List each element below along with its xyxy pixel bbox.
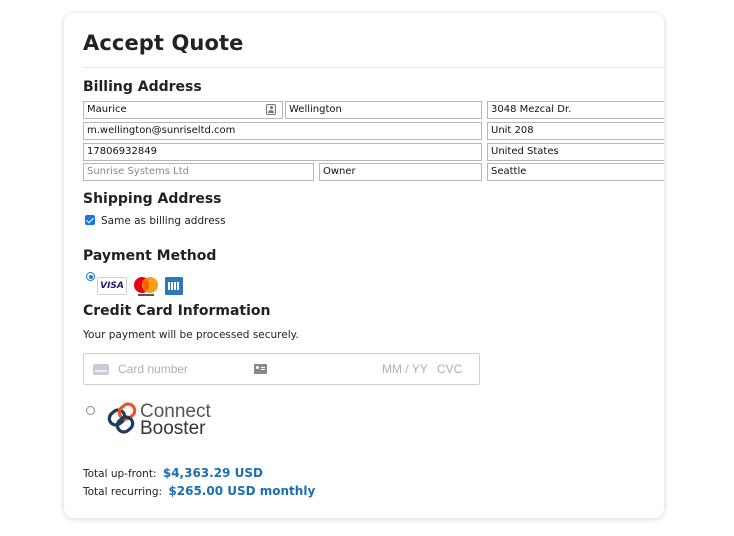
total-recurring: Total recurring: $265.00 USD monthly [83,484,315,498]
card-payment-radio[interactable] [86,272,95,281]
page-title: Accept Quote [83,31,244,55]
first-name-field[interactable]: Maurice [83,101,283,119]
total-upfront: Total up-front: $4,363.29 USD [83,466,263,480]
card-number-input[interactable]: Card number [118,362,188,376]
card-entry-field[interactable]: Card number MM / YY CVC [83,353,480,385]
amex-icon [165,277,183,295]
contact-card-icon[interactable] [266,104,276,115]
address-line1-field[interactable]: 3048 Mezcal Dr. [487,101,664,119]
company-field[interactable]: Sunrise Systems Ltd [83,163,314,181]
address-line2-field[interactable]: Unit 208 [487,122,664,140]
country-field[interactable]: United States [487,143,664,161]
total-recurring-amount: $265.00 USD monthly [168,484,316,498]
cvc-input[interactable]: CVC [437,362,462,376]
city-field[interactable]: Seattle [487,163,664,181]
first-name-value: Maurice [87,104,127,115]
same-as-billing-label[interactable]: Same as billing address [101,215,226,227]
mastercard-icon [134,277,158,296]
phone-field[interactable]: 17806932849 [83,143,482,161]
same-as-billing-checkbox[interactable] [85,215,95,225]
connect-booster-radio[interactable] [86,406,95,415]
total-recurring-label: Total recurring: [83,486,163,498]
total-upfront-label: Total up-front: [83,468,157,480]
autofill-card-icon[interactable] [254,364,267,374]
accept-quote-card: Accept Quote Billing Address Maurice Wel… [64,13,664,518]
email-field[interactable]: m.wellington@sunriseltd.com [83,122,482,140]
expiry-input[interactable]: MM / YY [382,362,428,376]
billing-heading: Billing Address [83,79,202,95]
connect-booster-line2: Booster [140,418,206,439]
title-divider [83,67,664,68]
secure-payment-note: Your payment will be processed securely. [83,329,299,341]
last-name-field[interactable]: Wellington [285,101,482,119]
payment-heading: Payment Method [83,248,217,264]
job-title-field[interactable]: Owner [319,163,482,181]
total-upfront-amount: $4,363.29 USD [162,466,263,480]
visa-icon: VISA [97,277,127,295]
credit-card-icon [93,364,109,375]
shipping-heading: Shipping Address [83,191,222,207]
credit-card-heading: Credit Card Information [83,303,271,319]
